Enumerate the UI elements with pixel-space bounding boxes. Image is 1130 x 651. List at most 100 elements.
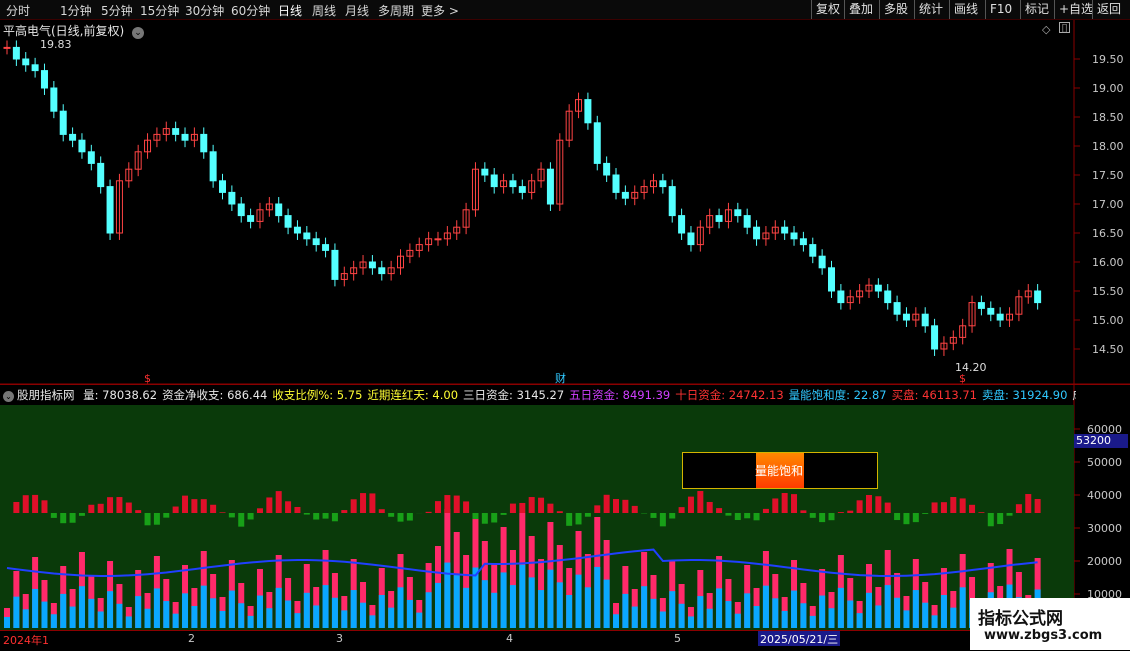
chart-title: 平高电气(日线,前复权) ⌄ [3,22,144,39]
add-watchlist-button[interactable]: +自选 [1054,0,1097,19]
candle-body [679,216,685,233]
money-flow-bar-in [604,495,610,513]
volume-bar-sell [538,590,544,628]
indicator-value-7: 量能饱和度: 22.87 [789,388,887,402]
period-tab-week[interactable]: 周线 [312,2,336,19]
volume-bar-sell [707,609,713,628]
period-tab-day[interactable]: 日线 [278,2,302,19]
money-flow-bar-out [229,513,235,517]
volume-bar-sell [276,588,282,628]
indicator-value-5: 五日资金: 8491.39 [569,388,670,402]
watermark-url: www.zbgs3.com [984,628,1102,643]
date-label-feb: 2 [188,632,195,645]
volume-bar-sell [416,613,422,628]
money-flow-bar-in [847,511,853,513]
mark-button[interactable]: 标记 [1020,0,1053,19]
panel-toggle-icon[interactable]: ▯ [1059,22,1070,33]
candle-body [669,187,675,216]
candle-body [735,210,741,216]
volume-bar-sell [566,595,572,628]
candle-body [4,47,10,48]
candle-body [435,239,441,240]
money-flow-bar-out [576,513,582,524]
diamond-icon[interactable]: ◇ [1042,23,1050,36]
period-tab-15min[interactable]: 15分钟 [140,2,179,19]
candle-body [323,245,329,251]
money-flow-bar-out [472,513,478,519]
money-flow-bar-in [13,502,19,513]
money-flow-bar-in [613,499,619,513]
candle-body [60,111,66,134]
money-flow-bar-in [950,497,956,513]
volume-bar-sell [557,582,563,628]
date-label-start: 2024年1 [3,632,49,648]
volume-bar-sell [210,598,216,628]
period-tab-fenshi[interactable]: 分时 [6,2,30,19]
money-flow-bar-in [557,511,563,513]
volume-bar-sell [763,586,769,628]
period-tab-5min[interactable]: 5分钟 [101,2,133,19]
volume-bar-sell [950,608,956,628]
money-flow-bar-out [819,513,825,522]
candle-body [754,227,760,239]
saturation-popup-label: 量能饱和 [755,462,803,479]
candle-body [922,314,928,326]
volume-bar-sell [201,586,207,628]
draw-line-button[interactable]: 画线 [949,0,982,19]
kline-chart[interactable]: 19.5019.0018.5018.0017.5017.0016.5016.00… [0,20,1130,630]
money-flow-bar-in [219,512,225,513]
period-tab-more[interactable]: 更多 > [421,2,459,19]
volume-bar-sell [4,617,10,628]
date-label-may: 5 [674,632,681,645]
money-flow-bar-in [32,495,38,513]
restore-rights-button[interactable]: 复权 [811,0,844,19]
indicator-value-1: 资金净收支: 686.44 [162,388,267,402]
candle-body [13,47,19,59]
indicator-dropdown-icon[interactable]: ⌄ [3,391,14,402]
period-tab-1min[interactable]: 1分钟 [60,2,92,19]
indicator-value-6: 十日资金: 24742.13 [675,388,783,402]
f10-button[interactable]: F10 [985,0,1016,19]
money-flow-bar-out [501,513,507,515]
volume-bar-sell [932,615,938,628]
volume-bar-sell [360,603,366,628]
statistics-button[interactable]: 统计 [914,0,947,19]
money-flow-bar-out [585,513,591,517]
period-tab-multi[interactable]: 多周期 [378,2,414,19]
volume-tick-label: 50000 [1087,456,1122,469]
back-button[interactable]: 返回 [1092,0,1125,19]
money-flow-bar-in [191,499,197,513]
money-flow-bar-in [791,494,797,513]
volume-bar-sell [744,593,750,628]
period-tab-month[interactable]: 月线 [345,2,369,19]
cursor-date-label: 2025/05/21/三 [758,631,840,646]
volume-bar-sell [107,591,113,628]
money-flow-bar-out [51,513,57,518]
money-flow-bar-out [304,513,310,515]
overlay-button[interactable]: 叠加 [844,0,877,19]
money-flow-bar-out [407,513,413,521]
volume-bar-sell [491,593,497,628]
multi-stock-button[interactable]: 多股 [879,0,912,19]
candle-body [800,239,806,245]
dropdown-icon[interactable]: ⌄ [132,27,144,39]
volume-bar-sell [529,577,535,628]
candle-body [660,181,666,187]
volume-bar-sell [248,616,254,628]
money-flow-bar-in [1035,499,1041,513]
chart-title-text: 平高电气(日线,前复权) [3,24,124,38]
candle-body [304,233,310,239]
candle-body [744,216,750,228]
volume-bar-sell [576,575,582,628]
money-flow-bar-in [763,509,769,513]
volume-bar-sell [632,607,638,628]
period-tab-30min[interactable]: 30分钟 [185,2,224,19]
money-flow-bar-out [238,513,244,527]
money-flow-bar-in [210,505,216,513]
volume-bar-sell [838,588,844,628]
money-flow-bar-in [351,499,357,513]
candle-body [894,303,900,315]
volume-bar-sell [60,594,66,628]
money-flow-bar-in [266,497,272,513]
period-tab-60min[interactable]: 60分钟 [231,2,270,19]
